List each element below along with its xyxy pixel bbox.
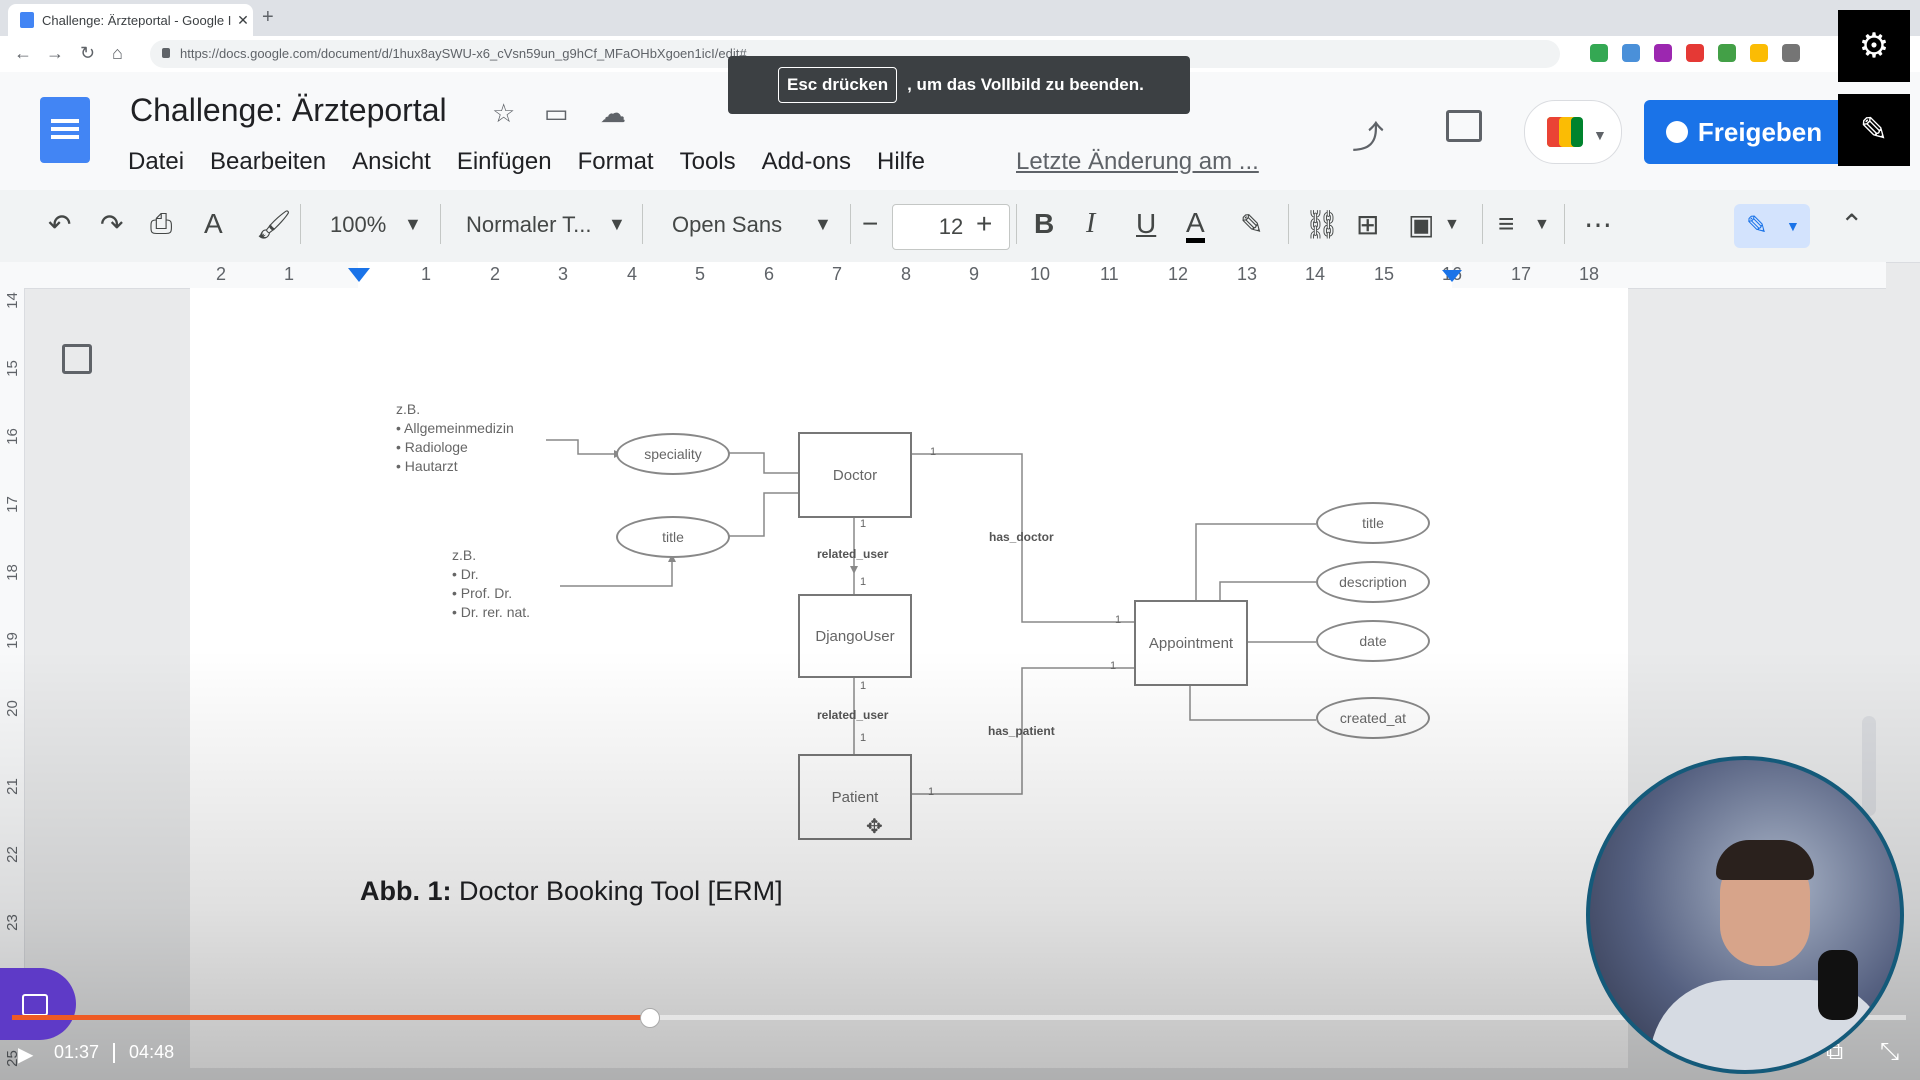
attr-date: date	[1316, 620, 1430, 662]
video-time: 01:37 04:48	[54, 1042, 174, 1063]
cardinality-label: 1	[860, 680, 867, 692]
cardinality-label: 1	[930, 446, 937, 458]
microphone-icon	[1818, 950, 1858, 1020]
note-line: • Dr.	[452, 566, 479, 582]
attr-created-at: created_at	[1316, 697, 1430, 739]
entity-doctor: Doctor	[798, 432, 912, 518]
play-icon[interactable]: ▶	[18, 1042, 33, 1067]
video-progress-fill	[12, 1015, 650, 1020]
entity-appointment: Appointment	[1134, 600, 1248, 686]
move-cursor-icon: ✥	[866, 816, 883, 838]
figure-caption: Abb. 1: Doctor Booking Tool [ERM]	[360, 876, 783, 907]
title-note: z.B. • Dr. • Prof. Dr. • Dr. rer. nat.	[452, 546, 530, 622]
note-line: z.B.	[396, 401, 421, 417]
current-time: 01:37	[54, 1042, 100, 1062]
note-line: • Prof. Dr.	[452, 585, 513, 601]
video-scrubber-handle[interactable]	[640, 1008, 660, 1028]
relation-has-doctor: has_doctor	[989, 530, 1054, 544]
total-time: 04:48	[129, 1042, 175, 1062]
video-camera-icon	[22, 994, 48, 1016]
note-line: • Radiologe	[396, 439, 468, 455]
attr-appointment-title: title	[1316, 502, 1430, 544]
note-line: • Hautarzt	[396, 458, 458, 474]
webcam-overlay	[1586, 756, 1904, 1074]
page-scrollbar[interactable]	[1862, 716, 1876, 816]
entity-patient: Patient	[798, 754, 912, 840]
caption-text: Doctor Booking Tool [ERM]	[451, 876, 783, 906]
caption-label: Abb. 1:	[360, 876, 452, 906]
cardinality-label: 1	[1110, 660, 1117, 672]
relation-related-user: related_user	[817, 708, 889, 722]
note-line: • Dr. rer. nat.	[452, 604, 531, 620]
cardinality-label: 1	[928, 786, 935, 798]
cardinality-label: 1	[860, 732, 867, 744]
relation-has-patient: has_patient	[988, 724, 1055, 738]
speciality-note: z.B. • Allgemeinmedizin • Radiologe • Ha…	[396, 400, 514, 476]
cardinality-label: 1	[860, 576, 867, 588]
cardinality-label: 1	[860, 518, 867, 530]
attr-description: description	[1316, 561, 1430, 603]
cardinality-label: 1	[1115, 614, 1122, 626]
relation-related-user: related_user	[817, 547, 889, 561]
note-line: • Allgemeinmedizin	[396, 420, 514, 436]
entity-django-user: DjangoUser	[798, 594, 912, 678]
time-divider	[113, 1042, 116, 1063]
attr-speciality: speciality	[616, 433, 730, 475]
recording-button[interactable]	[0, 968, 76, 1040]
arrow-head-icon	[850, 566, 858, 574]
note-line: z.B.	[452, 547, 477, 563]
attr-doctor-title: title	[616, 516, 730, 558]
